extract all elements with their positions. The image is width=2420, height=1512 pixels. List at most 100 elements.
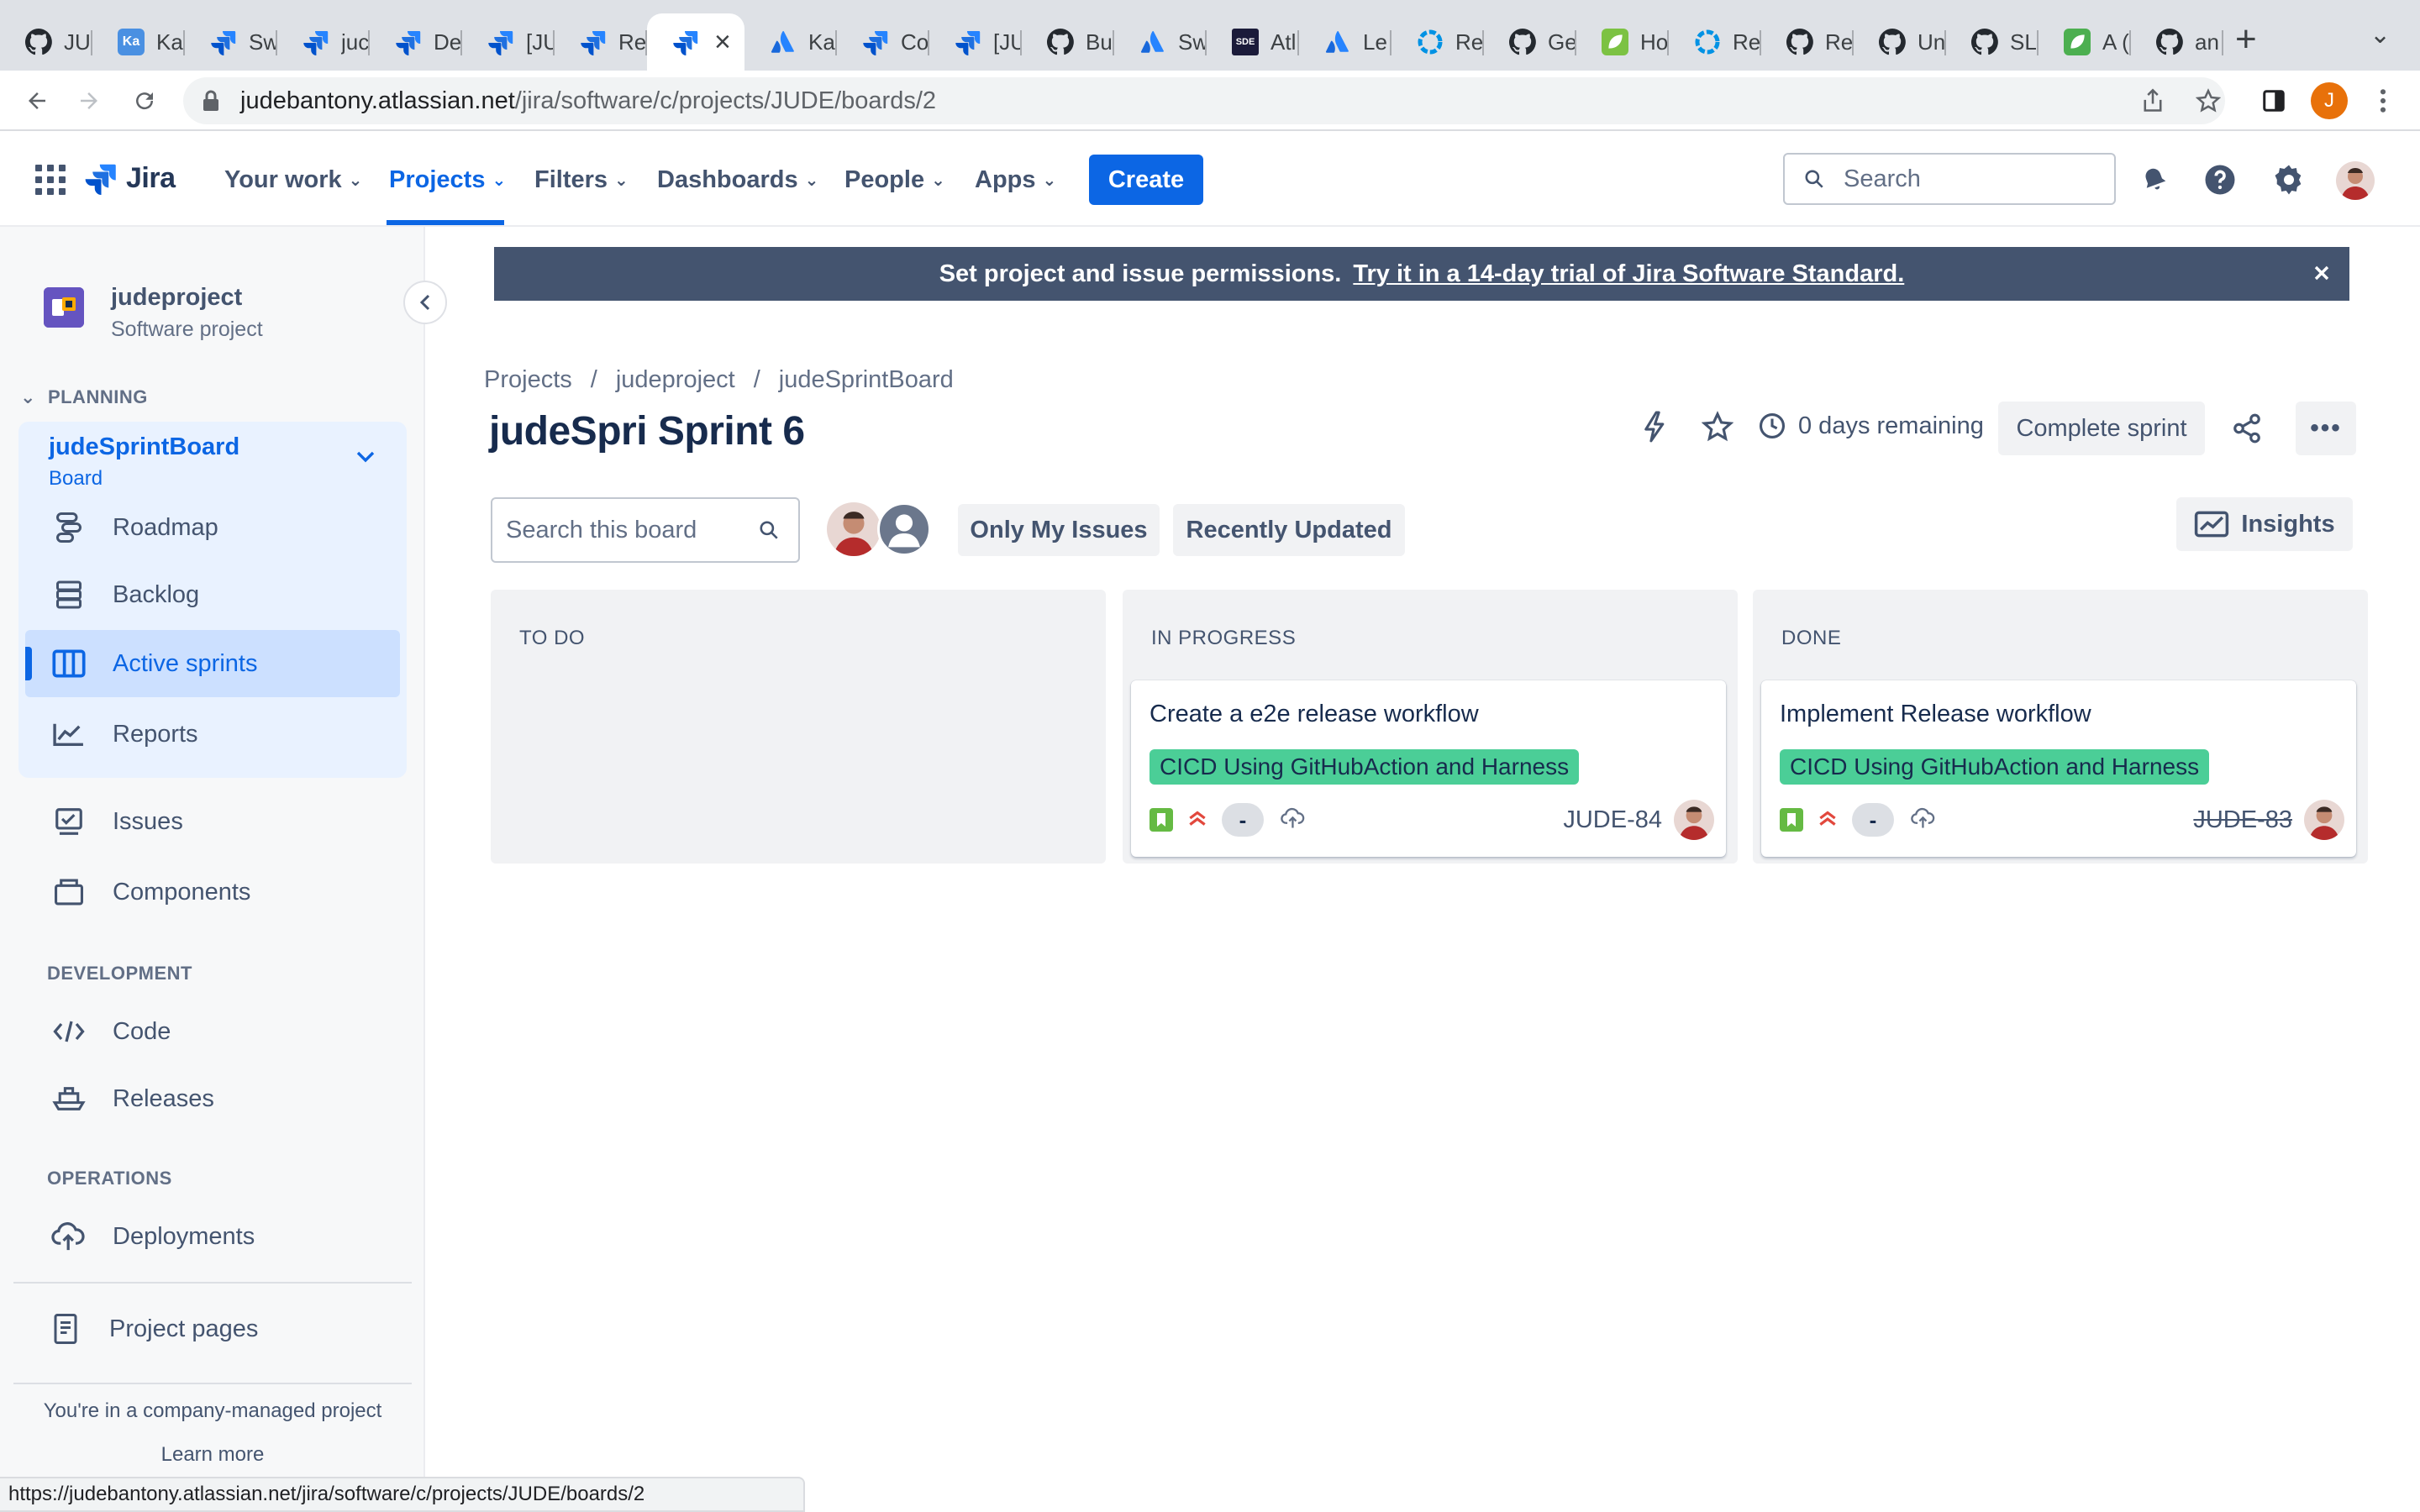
jira-logo[interactable]: Jira [84,161,176,195]
board-search-input[interactable]: Search this board [491,497,800,563]
back-arrow-icon[interactable] [18,82,55,119]
board-name[interactable]: judeSprintBoard [49,433,239,461]
browser-tab[interactable]: Ge [1484,13,1576,71]
only-my-issues-filter[interactable]: Only My Issues [958,504,1160,556]
issue-card[interactable]: Implement Release workflow CICD Using Gi… [1761,680,2356,857]
app-switcher-icon[interactable] [35,165,66,195]
breadcrumb-board[interactable]: judeSprintBoard [779,366,954,394]
user-avatar[interactable] [2336,161,2375,200]
project-header[interactable]: judeproject Software project [44,284,263,341]
browser-tab[interactable]: Co [837,13,929,71]
nav-filters[interactable]: Filters ⌄ [534,166,629,194]
recently-updated-filter[interactable]: Recently Updated [1173,504,1405,556]
banner-close-icon[interactable] [2312,260,2331,289]
browser-tab[interactable]: [JU [462,13,555,71]
browser-tab[interactable]: juc [277,13,370,71]
star-board-icon[interactable] [1697,407,1738,447]
deployment-status-icon [1281,807,1306,833]
share-icon[interactable] [2227,408,2267,449]
nav-projects[interactable]: Projects ⌄ [389,166,506,194]
browser-tab[interactable]: Bu [1022,13,1114,71]
settings-gear-icon[interactable] [2269,160,2309,200]
browser-tab[interactable]: Sw [185,13,277,71]
jira-icon [210,29,237,55]
global-search-input[interactable]: Search [1783,153,2116,205]
assignee-filter-avatar[interactable] [827,502,881,556]
sidebar-item-issues[interactable]: Issues [50,803,183,840]
browser-tab-title: Sw [1178,29,1207,55]
sidebar-item-releases[interactable]: Releases [50,1080,214,1117]
board-switcher-chevron-icon[interactable] [356,445,375,469]
learn-more-link[interactable]: Learn more [0,1443,425,1467]
sidebar-item-code[interactable]: Code [50,1013,171,1050]
automation-lightning-icon[interactable] [1634,407,1674,447]
browser-tab[interactable]: Re [1761,13,1854,71]
browser-tab[interactable]: an [2131,13,2223,71]
browser-tab[interactable]: SDE Atl [1207,13,1299,71]
browser-tab-title: Le [1363,29,1387,55]
browser-tab[interactable]: Sw [1114,13,1207,71]
breadcrumb-projects[interactable]: Projects [484,366,572,394]
browser-tab[interactable]: Un [1854,13,1946,71]
browser-tab[interactable]: Ka Ka [92,13,185,71]
sidebar-item-backlog[interactable]: Backlog [50,576,199,613]
browser-tab[interactable]: JU [0,13,92,71]
close-tab-icon[interactable]: × [714,26,731,59]
browser-tab[interactable]: Le [1299,13,1392,71]
sidebar-divider [13,1282,412,1284]
forward-arrow-icon[interactable] [71,82,108,119]
issue-card[interactable]: Create a e2e release workflow CICD Using… [1131,680,1726,857]
browser-tab[interactable]: × [647,13,744,71]
browser-profile-avatar[interactable]: J [2311,82,2348,119]
browser-tab-title: Re [1733,29,1761,55]
browser-tab[interactable]: Re [1392,13,1484,71]
deployment-status-icon [1911,807,1936,833]
browser-tab[interactable]: Re [1669,13,1761,71]
sidebar-item-project-pages[interactable]: Project pages [47,1310,258,1347]
tab-search-chevron-icon[interactable]: ⌄ [2370,20,2391,50]
browser-tab[interactable]: Re [555,13,647,71]
share-page-icon[interactable] [2134,82,2171,119]
browser-tab[interactable]: Ka [744,13,837,71]
complete-sprint-button[interactable]: Complete sprint [1998,402,2205,455]
more-actions-button[interactable]: ••• [2296,402,2356,455]
collapse-sidebar-chevron-icon[interactable] [403,281,447,324]
issue-key[interactable]: JUDE-84 [1563,806,1662,834]
sidebar-item-reports[interactable]: Reports [50,716,198,753]
browser-tab[interactable]: A ( [2039,13,2131,71]
help-icon[interactable] [2200,160,2240,200]
browser-tab[interactable]: De [370,13,462,71]
issue-key[interactable]: JUDE-83 [2193,806,2292,834]
banner-trial-link[interactable]: Try it in a 14-day trial of Jira Softwar… [1353,260,1904,288]
nav-people[interactable]: People ⌄ [844,166,945,194]
banner-text: Set project and issue permissions. [939,260,1342,287]
issues-icon [50,803,87,840]
address-bar[interactable]: judebantony.atlassian.net/jira/software/… [183,77,2225,124]
create-button[interactable]: Create [1089,155,1203,205]
nav-apps[interactable]: Apps ⌄ [975,166,1056,194]
notifications-bell-icon[interactable] [2134,160,2175,200]
components-icon [50,874,87,911]
new-tab-button[interactable]: + [2235,18,2257,60]
breadcrumb-project[interactable]: judeproject [616,366,735,394]
unassigned-filter-avatar[interactable] [877,502,931,556]
browser-tab-title: Re [1825,29,1854,55]
company-managed-note: You're in a company-managed project [43,1399,382,1422]
sidebar-item-components[interactable]: Components [50,874,250,911]
sidebar-item-active-sprints[interactable]: Active sprints [50,645,257,682]
planning-section-heading[interactable]: ⌄ PLANNING [20,386,148,408]
github-icon [1786,29,1813,55]
nav-your-work[interactable]: Your work ⌄ [224,166,362,194]
bookmark-star-icon[interactable] [2190,82,2227,119]
sidebar-item-roadmap[interactable]: Roadmap [50,509,218,546]
browser-tab[interactable]: SL [1946,13,2039,71]
side-panel-icon[interactable] [2255,82,2292,119]
browser-tab-title: [JU [993,29,1022,55]
nav-dashboards[interactable]: Dashboards ⌄ [657,166,818,194]
reload-icon[interactable] [126,82,163,119]
insights-button[interactable]: Insights [2176,497,2353,551]
sidebar-item-deployments[interactable]: Deployments [50,1218,255,1255]
browser-tab[interactable]: Ho [1576,13,1669,71]
browser-menu-icon[interactable] [2365,82,2402,119]
browser-tab[interactable]: [JU [929,13,1022,71]
